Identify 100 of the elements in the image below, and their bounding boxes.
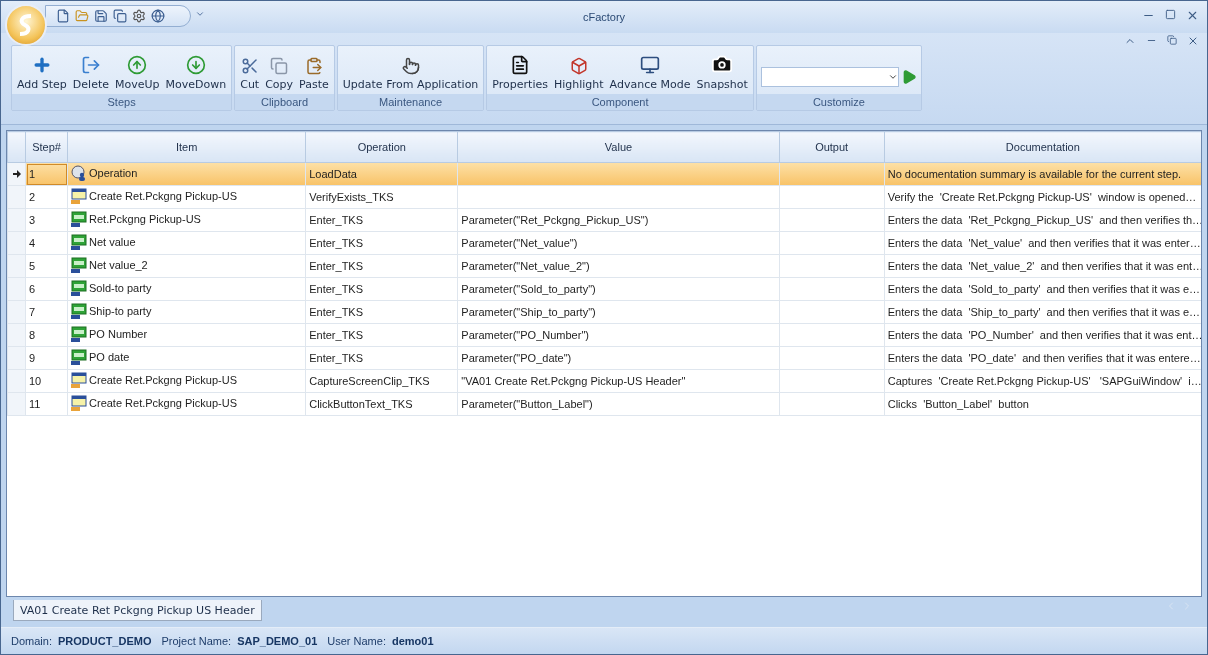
table-cell: Enter_TKS — [305, 208, 458, 232]
window-icon — [71, 395, 88, 411]
window-title: cFactory — [582, 11, 626, 23]
status-value: SAP_DEMO_01 — [237, 635, 318, 647]
table-cell: Create Ret.Pckgng Pickup-US — [67, 185, 306, 209]
table-cell: Parameter("Ship_to_party") — [457, 300, 780, 324]
table-cell: Net value — [67, 231, 306, 255]
column-header[interactable]: Documentation — [884, 131, 1201, 163]
current-row-arrow-icon — [12, 170, 21, 178]
document-tab[interactable]: VA01 Create Ret Pckgng Pickup US Header — [13, 600, 262, 621]
table-cell: ClickButtonText_TKS — [305, 392, 458, 416]
close-icon[interactable] — [1186, 9, 1199, 22]
row-header — [7, 254, 26, 278]
group-label: Clipboard — [235, 94, 334, 110]
ribbon-button[interactable]: Advance Mode — [607, 55, 693, 91]
app-menu-button[interactable] — [5, 4, 47, 46]
table-cell: PO date — [67, 346, 306, 370]
caret-icon — [887, 72, 898, 82]
table-row[interactable]: 1 Operation LoadData No documentation summary is available for the current step. — [7, 162, 1201, 186]
row-header — [7, 208, 26, 232]
column-header[interactable]: Item — [67, 131, 306, 163]
row-header — [7, 277, 26, 301]
row-header — [7, 346, 26, 370]
table-cell: Parameter("PO_date") — [457, 346, 780, 370]
restore-icon[interactable] — [1167, 35, 1177, 47]
row-header — [7, 185, 26, 209]
table-cell: Parameter("Sold_to_party") — [457, 277, 780, 301]
table-cell: PO Number — [67, 323, 306, 347]
window-icon — [71, 188, 88, 204]
table-cell: Parameter("Ret_Pckgng_Pickup_US") — [457, 208, 780, 232]
close-icon[interactable] — [1187, 35, 1199, 47]
globe-icon[interactable] — [151, 9, 165, 23]
table-cell: 4 — [25, 231, 68, 255]
table-row[interactable]: 9 PO date Enter_TKS Parameter("PO_date") Enters the data 'PO_date' and then verifies that it was entere… — [7, 346, 1201, 370]
row-header — [7, 131, 26, 163]
monitor-icon — [640, 55, 660, 75]
camera-icon — [711, 53, 734, 75]
ribbon-button[interactable]: MoveDown — [163, 55, 229, 91]
ribbon-button[interactable]: Add Step — [15, 55, 69, 91]
table-row[interactable]: 4 Net value Enter_TKS Parameter("Net_value") Enters the data 'Net_value' and then verifies that it was enter… — [7, 231, 1201, 255]
table-cell: Create Ret.Pckgng Pickup-US — [67, 392, 306, 416]
table-row[interactable]: 10 Create Ret.Pckgng Pickup-US CaptureScreenClip_TKS "VA01 Create Ret.Pckgng Pickup-US Header" Captures 'Create Ret.Pckgng Pickup-US' 'SAPGuiWindow' i… — [7, 369, 1201, 393]
table-cell: 1 — [25, 162, 68, 186]
row-header — [7, 369, 26, 393]
ribbon-button[interactable]: Update From Application — [340, 57, 481, 91]
table-cell: Enter_TKS — [305, 277, 458, 301]
table-cell: Enter_TKS — [305, 346, 458, 370]
table-cell: Sold-to party — [67, 277, 306, 301]
table-row[interactable]: 2 Create Ret.Pckgng Pickup-US VerifyExists_TKS Verify the 'Create Ret.Pckgng Pickup-US' window is opened… — [7, 185, 1201, 209]
table-cell: Enter_TKS — [305, 323, 458, 347]
row-header — [7, 231, 26, 255]
ribbon-button[interactable]: MoveUp — [113, 55, 162, 91]
table-row[interactable]: 7 Ship-to party Enter_TKS Parameter("Ship_to_party") Enters the data 'Ship_to_party' and then verifies that it was e… — [7, 300, 1201, 324]
text-field-icon — [71, 211, 88, 227]
row-header — [7, 300, 26, 324]
folder-icon[interactable] — [75, 9, 89, 23]
table-cell: Parameter("PO_Number") — [457, 323, 780, 347]
table-cell: 6 — [25, 277, 68, 301]
table-cell: VerifyExists_TKS — [305, 185, 458, 209]
column-header[interactable]: Step# — [25, 131, 68, 163]
table-cell: 5 — [25, 254, 68, 278]
table-row[interactable]: 11 Create Ret.Pckgng Pickup-US ClickButtonText_TKS Parameter("Button_Label") Clicks 'Button_Label' button — [7, 392, 1201, 416]
ribbon-button[interactable]: Properties — [490, 55, 550, 91]
text-field-icon — [71, 280, 88, 296]
column-header[interactable]: Output — [779, 131, 885, 163]
group-label: Customize — [756, 94, 921, 110]
copy-icon — [270, 57, 289, 75]
table-row[interactable]: 8 PO Number Enter_TKS Parameter("PO_Number") Enters the data 'PO_Number' and then verifies that it was ent… — [7, 323, 1201, 347]
table-cell: Ret.Pckgng Pickup-US — [67, 208, 306, 232]
column-header[interactable]: Operation — [305, 131, 458, 163]
table-cell: Parameter("Net_value_2") — [457, 254, 780, 278]
group-label: Component — [487, 94, 753, 110]
table-cell: Enter_TKS — [305, 254, 458, 278]
save-icon[interactable] — [94, 9, 108, 23]
table-cell: 11 — [25, 392, 68, 416]
ribbon-button[interactable]: Snapshot — [694, 53, 750, 91]
ribbon-button[interactable]: Delete — [70, 55, 111, 91]
row-header — [7, 323, 26, 347]
table-cell: 9 — [25, 346, 68, 370]
status-value: PRODUCT_DEMO — [57, 635, 152, 647]
ribbon-button[interactable]: Cut — [238, 57, 262, 91]
ribbon-button[interactable]: Highlight — [551, 57, 606, 91]
ribbon-button[interactable]: Copy — [263, 57, 296, 91]
table-cell: Create Ret.Pckgng Pickup-US — [67, 369, 306, 393]
group-label: Steps — [12, 94, 232, 110]
settings-icon[interactable] — [132, 9, 146, 23]
pointing-hand-icon — [401, 57, 420, 75]
copy-icon[interactable] — [113, 9, 127, 23]
text-field-icon — [71, 257, 88, 273]
table-cell: 10 — [25, 369, 68, 393]
ribbon-button[interactable]: Paste — [297, 57, 331, 91]
table-cell: "VA01 Create Ret.Pckgng Pickup-US Header" — [457, 369, 780, 393]
column-header[interactable]: Value — [457, 131, 780, 163]
maximize-icon[interactable] — [1165, 9, 1176, 22]
status-label: User Name: — [327, 635, 386, 647]
table-row[interactable]: 6 Sold-to party Enter_TKS Parameter("Sold_to_party") Enters the data 'Sold_to_party' and then verifies that it was e… — [7, 277, 1201, 301]
group-label: Maintenance — [337, 94, 484, 110]
table-cell: CaptureScreenClip_TKS — [305, 369, 458, 393]
new-file-icon[interactable] — [56, 9, 70, 23]
caret-icon[interactable] — [195, 9, 205, 19]
